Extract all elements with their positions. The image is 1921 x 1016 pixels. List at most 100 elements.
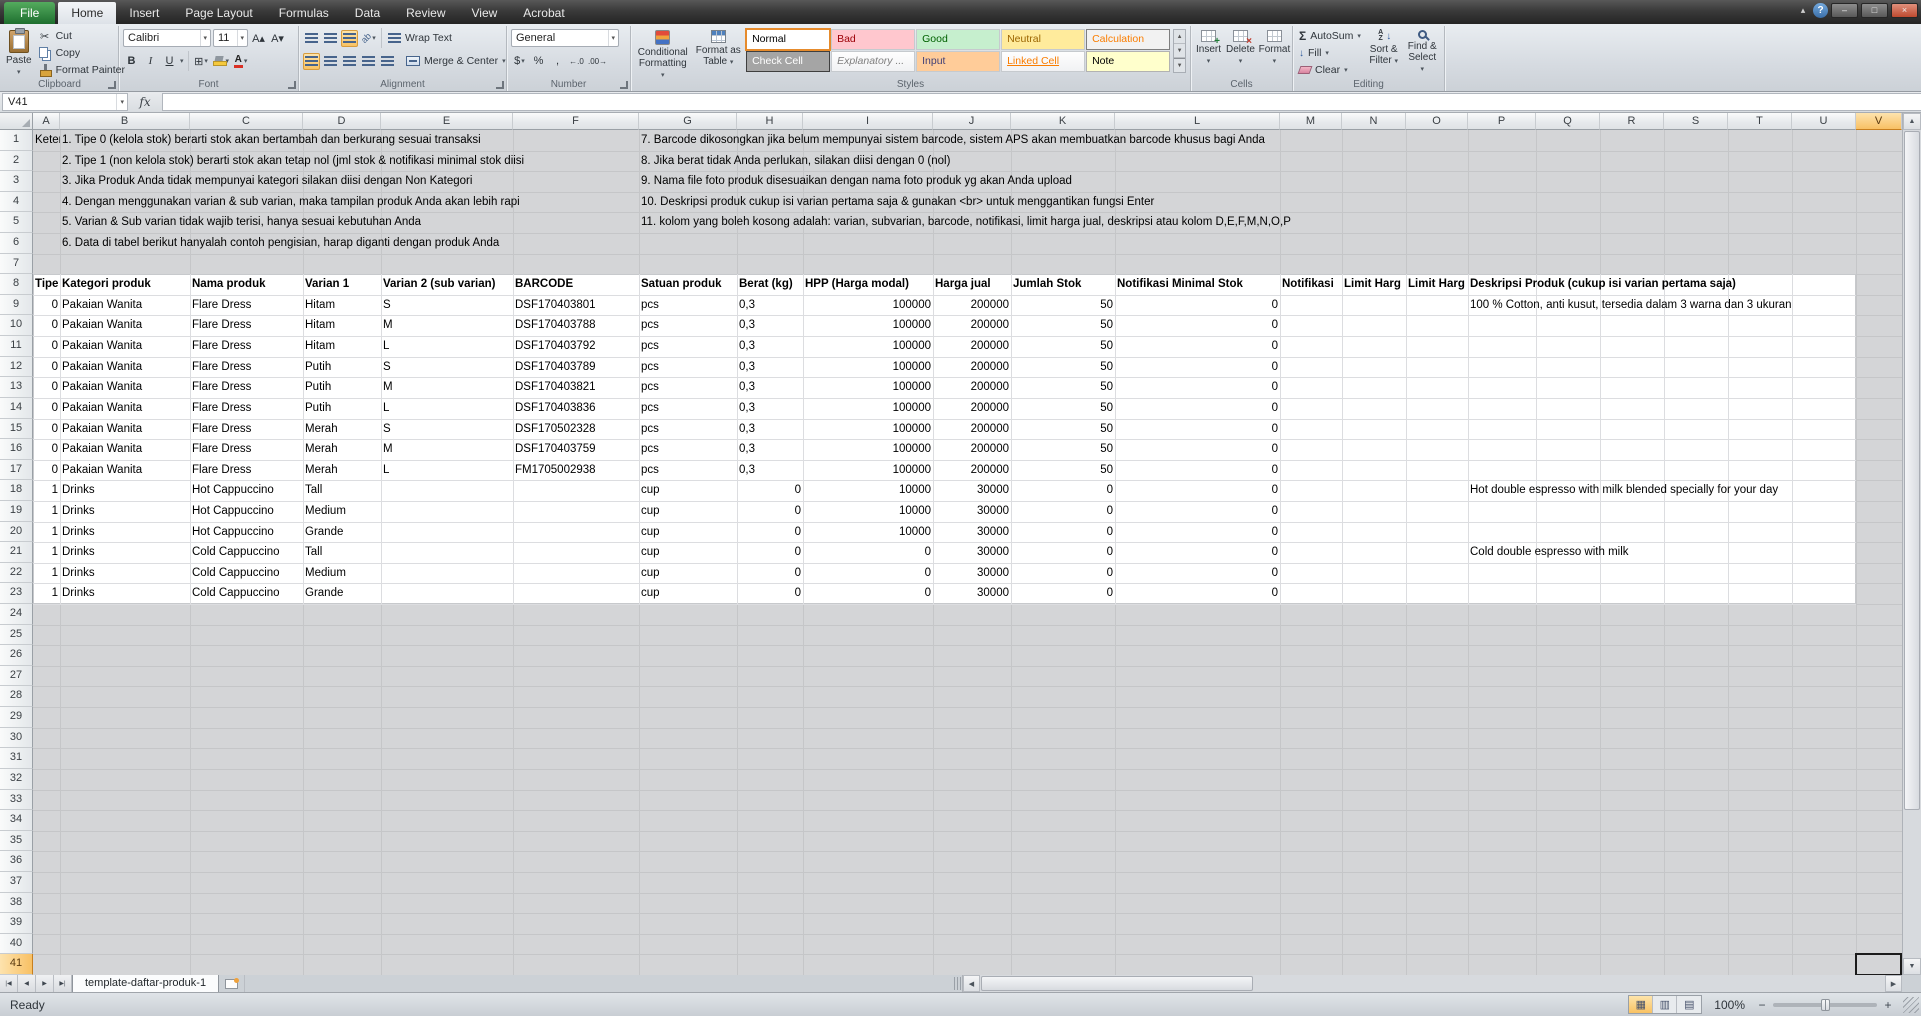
row-header-8[interactable]: 8	[0, 274, 33, 295]
cell-D20[interactable]: Grande	[303, 522, 345, 543]
cell-C17[interactable]: Flare Dress	[190, 460, 253, 481]
cell-G9[interactable]: pcs	[639, 295, 661, 316]
cell-B11[interactable]: Pakaian Wanita	[60, 336, 144, 357]
ribbon-tab-review[interactable]: Review	[393, 2, 458, 24]
cell-A23[interactable]: 1	[33, 583, 60, 604]
column-header-K[interactable]: K	[1011, 113, 1115, 130]
row-header-17[interactable]: 17	[0, 460, 33, 481]
cell-E11[interactable]: L	[381, 336, 391, 357]
cell-B16[interactable]: Pakaian Wanita	[60, 439, 144, 460]
cell-L20[interactable]: 0	[1115, 522, 1280, 543]
cell-J10[interactable]: 200000	[933, 315, 1011, 336]
row-header-3[interactable]: 3	[0, 171, 33, 192]
formula-input[interactable]	[162, 93, 1921, 111]
cell-L18[interactable]: 0	[1115, 480, 1280, 501]
cell-D22[interactable]: Medium	[303, 563, 348, 584]
cell-I8[interactable]: HPP (Harga modal)	[803, 274, 911, 295]
horizontal-scroll-thumb[interactable]	[981, 976, 1253, 991]
row-header-7[interactable]: 7	[0, 254, 33, 275]
row-header-16[interactable]: 16	[0, 439, 33, 460]
cell-C22[interactable]: Cold Cappuccino	[190, 563, 282, 584]
cell-A14[interactable]: 0	[33, 398, 60, 419]
cell-B2[interactable]: 2. Tipe 1 (non kelola stok) berarti stok…	[60, 151, 639, 172]
row-header-10[interactable]: 10	[0, 315, 33, 336]
cell-style-explanatory-[interactable]: Explanatory ...	[831, 51, 915, 72]
font-color-button[interactable]: A▾	[232, 53, 249, 70]
cell-J14[interactable]: 200000	[933, 398, 1011, 419]
cell-I22[interactable]: 0	[803, 563, 933, 584]
cell-D15[interactable]: Merah	[303, 419, 340, 440]
cell-G21[interactable]: cup	[639, 542, 662, 563]
cell-C14[interactable]: Flare Dress	[190, 398, 253, 419]
cell-J18[interactable]: 30000	[933, 480, 1011, 501]
row-header-30[interactable]: 30	[0, 728, 33, 749]
clipboard-dialog-launcher[interactable]	[108, 81, 116, 89]
horizontal-scrollbar[interactable]: ◀ ▶	[962, 975, 1902, 992]
cell-G3[interactable]: 9. Nama file foto produk disesuaikan den…	[639, 171, 1074, 192]
cell-G8[interactable]: Satuan produk	[639, 274, 724, 295]
cell-B8[interactable]: Kategori produk	[60, 274, 153, 295]
cell-P18[interactable]: Hot double espresso with milk blended sp…	[1468, 480, 1780, 501]
scroll-down-button[interactable]: ▼	[1903, 958, 1921, 975]
cell-I17[interactable]: 100000	[803, 460, 933, 481]
cell-H17[interactable]: 0,3	[737, 460, 757, 481]
cell-G12[interactable]: pcs	[639, 357, 661, 378]
cell-K16[interactable]: 50	[1011, 439, 1115, 460]
minimize-button[interactable]: –	[1831, 3, 1858, 18]
sheet-grid[interactable]: ABCDEFGHIJKLMNOPQRSTUV123456789101112131…	[0, 113, 1902, 975]
horizontal-scroll-track[interactable]	[980, 975, 1885, 992]
row-header-14[interactable]: 14	[0, 398, 33, 419]
cell-K11[interactable]: 50	[1011, 336, 1115, 357]
cell-J11[interactable]: 200000	[933, 336, 1011, 357]
align-left-button[interactable]	[303, 53, 320, 70]
zoom-in-button[interactable]: +	[1881, 998, 1895, 1012]
wrap-text-button[interactable]: Wrap Text	[386, 30, 454, 47]
comma-style-button[interactable]: ,	[549, 53, 566, 70]
cell-F14[interactable]: DSF170403836	[513, 398, 598, 419]
alignment-dialog-launcher[interactable]	[496, 81, 504, 89]
cell-D16[interactable]: Merah	[303, 439, 340, 460]
ribbon-tab-view[interactable]: View	[459, 2, 511, 24]
cell-C8[interactable]: Nama produk	[190, 274, 268, 295]
cell-F10[interactable]: DSF170403788	[513, 315, 598, 336]
cell-K12[interactable]: 50	[1011, 357, 1115, 378]
zoom-slider-thumb[interactable]	[1821, 999, 1830, 1011]
cell-A18[interactable]: 1	[33, 480, 60, 501]
column-header-T[interactable]: T	[1728, 113, 1792, 130]
cell-A9[interactable]: 0	[33, 295, 60, 316]
row-header-34[interactable]: 34	[0, 810, 33, 831]
cell-K21[interactable]: 0	[1011, 542, 1115, 563]
scroll-right-button[interactable]: ▶	[1885, 975, 1902, 992]
cell-B23[interactable]: Drinks	[60, 583, 97, 604]
cell-H9[interactable]: 0,3	[737, 295, 757, 316]
cell-I9[interactable]: 100000	[803, 295, 933, 316]
column-header-D[interactable]: D	[303, 113, 381, 130]
row-header-12[interactable]: 12	[0, 357, 33, 378]
row-header-36[interactable]: 36	[0, 851, 33, 872]
cell-B21[interactable]: Drinks	[60, 542, 97, 563]
cell-G1[interactable]: 7. Barcode dikosongkan jika belum mempun…	[639, 130, 1267, 151]
cell-K15[interactable]: 50	[1011, 419, 1115, 440]
cell-B14[interactable]: Pakaian Wanita	[60, 398, 144, 419]
grow-font-button[interactable]: A▴	[250, 30, 267, 47]
cell-C15[interactable]: Flare Dress	[190, 419, 253, 440]
cell-L21[interactable]: 0	[1115, 542, 1280, 563]
row-header-21[interactable]: 21	[0, 542, 33, 563]
cell-M8[interactable]: Notifikasi	[1280, 274, 1342, 295]
page-break-view-button[interactable]: ▤	[1677, 996, 1701, 1013]
fill-button[interactable]: ↓Fill▾	[1297, 45, 1363, 61]
cell-C9[interactable]: Flare Dress	[190, 295, 253, 316]
decrease-indent-button[interactable]	[360, 53, 377, 70]
row-header-28[interactable]: 28	[0, 686, 33, 707]
vertical-scroll-track[interactable]	[1903, 130, 1921, 958]
maximize-button[interactable]: □	[1861, 3, 1888, 18]
cell-E12[interactable]: S	[381, 357, 393, 378]
cell-H23[interactable]: 0	[737, 583, 803, 604]
ribbon-tab-home[interactable]: Home	[58, 2, 116, 24]
cell-H14[interactable]: 0,3	[737, 398, 757, 419]
cell-C19[interactable]: Hot Cappuccino	[190, 501, 276, 522]
format-as-table-button[interactable]: Format as Table ▾	[694, 28, 744, 68]
paste-button[interactable]: Paste▾	[5, 28, 33, 78]
cell-C20[interactable]: Hot Cappuccino	[190, 522, 276, 543]
row-header-31[interactable]: 31	[0, 748, 33, 769]
